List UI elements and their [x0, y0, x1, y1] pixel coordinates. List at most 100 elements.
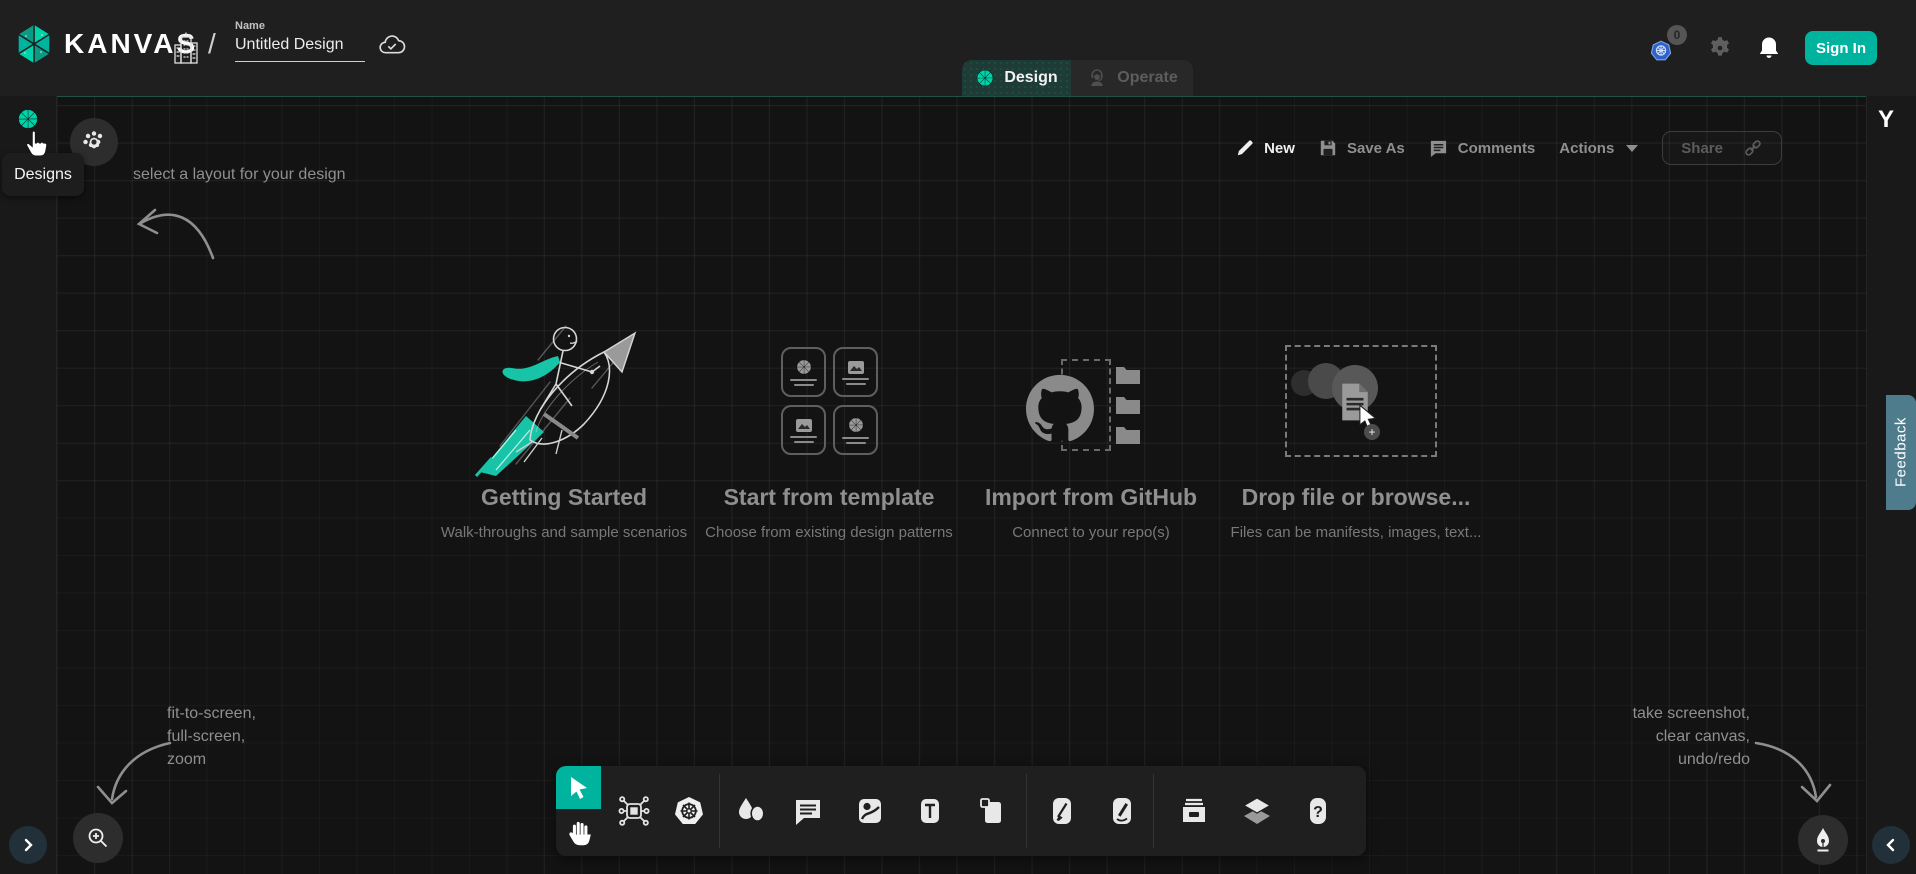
media-image-icon — [852, 793, 888, 829]
user-avatar[interactable]: 0 — [1649, 33, 1683, 63]
magnifier-plus-icon — [86, 826, 110, 850]
dock-divider — [1153, 774, 1154, 848]
kubernetes-wheel-icon — [671, 793, 707, 829]
template-text-line — [846, 442, 866, 444]
github-octocat-icon[interactable] — [1026, 374, 1094, 442]
comments-button[interactable]: Comments — [1429, 139, 1536, 158]
drop-plus-badge: + — [1364, 424, 1380, 440]
pen-tool[interactable] — [1044, 793, 1080, 829]
template-text-line — [790, 379, 817, 381]
chevron-right-icon — [21, 838, 35, 852]
template-cell-image — [781, 405, 826, 455]
shapes-icon — [733, 793, 769, 829]
kubernetes-avatar-icon — [1649, 39, 1673, 63]
screenshot-hint-text: take screenshot, clear canvas, undo/redo — [1633, 702, 1750, 771]
pen-nib-icon — [1811, 827, 1835, 853]
getting-started-rocket-illustration[interactable] — [472, 318, 657, 480]
left-rail — [0, 96, 57, 874]
pencil-icon — [1104, 793, 1140, 829]
save-as-button[interactable]: Save As — [1319, 139, 1405, 157]
kanvas-hexagon-logo-icon — [14, 22, 54, 66]
template-thumbnails[interactable] — [781, 347, 878, 455]
settings-gear-icon[interactable] — [1707, 35, 1733, 61]
design-tab-icon — [975, 68, 995, 88]
svg-text:?: ? — [1313, 804, 1323, 821]
select-tool[interactable] — [556, 766, 601, 809]
components-tool[interactable] — [616, 793, 652, 829]
text-icon — [912, 793, 948, 829]
organization-icon[interactable] — [172, 31, 200, 70]
tab-design-label: Design — [1004, 69, 1057, 87]
comment-tool[interactable] — [790, 793, 826, 829]
text-tool[interactable] — [912, 793, 948, 829]
layers-icon — [1239, 793, 1275, 829]
actions-caret-icon — [1626, 145, 1638, 152]
zoom-in-button[interactable] — [73, 813, 123, 863]
y-dock-logo[interactable]: Y — [1878, 106, 1894, 134]
layers-tool[interactable] — [1239, 793, 1275, 829]
comments-icon — [1429, 139, 1448, 158]
chevron-left-icon — [1884, 838, 1898, 852]
share-button[interactable]: Share — [1662, 131, 1782, 165]
feedback-tab[interactable]: Feedback — [1886, 395, 1916, 510]
tab-operate[interactable]: Operate — [1071, 60, 1193, 96]
actions-label: Actions — [1559, 140, 1614, 157]
designs-spiral-icon — [16, 107, 40, 131]
drop-file-subtitle: Files can be manifests, images, text... — [1166, 524, 1546, 541]
notification-count-badge: 0 — [1667, 25, 1687, 45]
template-text-line — [846, 383, 866, 385]
kubernetes-tool[interactable] — [671, 793, 707, 829]
template-text-line — [842, 437, 869, 439]
expand-left-panel-button[interactable] — [9, 826, 47, 864]
media-tool[interactable] — [852, 793, 888, 829]
design-name-label: Name — [235, 20, 367, 32]
design-name-input[interactable] — [235, 36, 365, 62]
brand-logo[interactable]: KANVAS — [14, 22, 198, 66]
kanvas-app: KANVAS / Name — [0, 0, 1916, 874]
share-link-icon — [1743, 138, 1763, 158]
rectangle-icon — [973, 793, 1009, 829]
drawer-tray-icon — [1176, 793, 1212, 829]
layout-hint-text: select a layout for your design — [133, 163, 346, 186]
design-name-field: Name — [235, 20, 367, 62]
sign-in-button[interactable]: Sign In — [1805, 31, 1877, 65]
template-cell-image — [833, 347, 878, 397]
rectangle-tool[interactable] — [973, 793, 1009, 829]
operate-tab-icon — [1086, 67, 1108, 89]
mouse-hand-cursor-icon — [24, 130, 48, 167]
tool-dock: ? — [556, 766, 1366, 856]
help-tool[interactable]: ? — [1300, 793, 1336, 829]
share-label: Share — [1681, 140, 1723, 157]
repo-folder-icon — [1114, 394, 1142, 416]
drawer-tool[interactable] — [1176, 793, 1212, 829]
cursor-arrow-icon — [568, 775, 590, 801]
new-pencil-icon — [1236, 139, 1254, 157]
pencil-tool[interactable] — [1104, 793, 1140, 829]
repo-folder-icon — [1114, 424, 1142, 446]
template-cell-design — [781, 347, 826, 397]
drop-file-title[interactable]: Drop file or browse... — [1176, 484, 1536, 511]
header: KANVAS / Name — [0, 0, 1916, 96]
repo-folder-icon — [1114, 364, 1142, 386]
pan-tool[interactable] — [556, 809, 601, 856]
tab-design[interactable]: Design — [962, 60, 1071, 96]
comment-bubble-icon — [790, 793, 826, 829]
comments-label: Comments — [1458, 140, 1536, 157]
dock-divider — [1026, 774, 1027, 848]
components-chip-icon — [616, 793, 652, 829]
actions-dropdown[interactable]: Actions — [1559, 140, 1638, 157]
new-button[interactable]: New — [1236, 139, 1295, 157]
pen-mode-button[interactable] — [1798, 815, 1848, 865]
breadcrumb-separator: / — [208, 28, 216, 60]
header-actions: 0 Sign In — [1649, 0, 1877, 96]
template-text-line — [794, 384, 814, 386]
template-cell-design — [833, 405, 878, 455]
shapes-tool[interactable] — [733, 793, 769, 829]
pen-icon — [1044, 793, 1080, 829]
save-as-label: Save As — [1347, 140, 1405, 157]
save-status-cloud-icon[interactable] — [378, 33, 406, 58]
expand-right-panel-button[interactable] — [1872, 826, 1910, 864]
help-question-icon: ? — [1300, 793, 1336, 829]
layout-hint-arrow — [125, 196, 220, 266]
notifications-bell-icon[interactable] — [1757, 35, 1781, 61]
